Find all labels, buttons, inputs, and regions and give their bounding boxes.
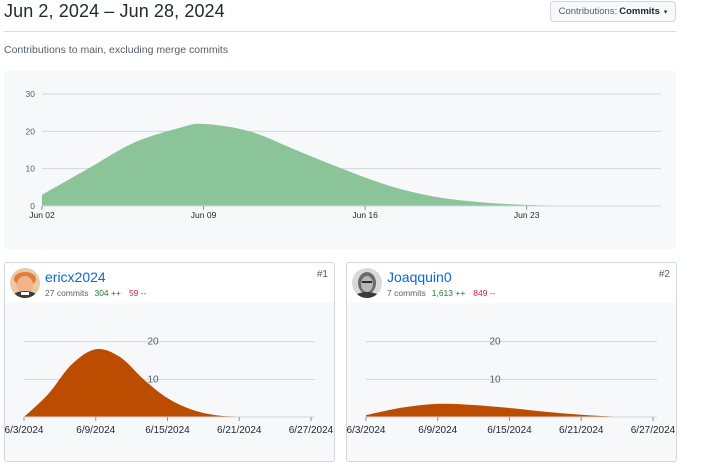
main-chart-svg: 0102030Jun 02 Jun 09 Jun 16 Jun 23 <box>26 89 661 220</box>
avatar[interactable] <box>352 268 382 298</box>
deletions-count: 59 -- <box>128 288 147 298</box>
contributor-username[interactable]: ericx2024 <box>45 269 106 285</box>
y-tick-label: 10 <box>147 374 159 385</box>
avatar[interactable] <box>10 268 40 298</box>
x-tick-label: 6/9/2024 <box>418 425 457 436</box>
commit-count[interactable]: 27 commits <box>45 288 88 298</box>
contributor-username[interactable]: Joaqquin0 <box>387 269 452 285</box>
area-series <box>24 348 311 418</box>
contributor-card-1: ericx2024 27 commits 304 ++ 59 -- #1 10 20 6… <box>4 262 335 462</box>
x-tick-label: 6/3/2024 <box>347 425 386 436</box>
contributions-label: Contributions: <box>558 6 618 17</box>
contributor-chart: 10 20 6/3/2024 6/9/2024 6/15/2024 6/21/2024 6/… <box>347 303 676 461</box>
x-tick-label: Jun 16 <box>352 210 378 220</box>
x-tick-label: 6/3/2024 <box>5 425 44 436</box>
avatar-image <box>10 268 40 298</box>
contributor-card-header: Joaqquin0 7 commits 1,613 ++ 849 -- #2 <box>347 263 676 303</box>
contributor-chart: 10 20 6/3/2024 6/9/2024 6/15/2024 6/21/2024 6/… <box>5 303 334 461</box>
contributor-rank: #1 <box>316 269 328 280</box>
y-tick-label: 30 <box>26 89 36 99</box>
y-tick-label: 20 <box>147 337 159 348</box>
y-tick-label: 20 <box>26 126 36 136</box>
x-tick-label: 6/27/2024 <box>289 425 334 436</box>
contributor-stats: 27 commits 304 ++ 59 -- <box>45 288 146 298</box>
contributor-card-header: ericx2024 27 commits 304 ++ 59 -- #1 <box>5 263 334 303</box>
y-tick-label: 10 <box>26 164 36 174</box>
x-tick-label: 6/15/2024 <box>487 425 532 436</box>
date-range-title: Jun 2, 2024 – Jun 28, 2024 <box>4 1 225 21</box>
x-tick-label: 6/15/2024 <box>145 425 190 436</box>
x-tick-label: Jun 23 <box>514 210 540 220</box>
area-series <box>42 123 619 206</box>
contributor-chart-svg: 10 20 6/3/2024 6/9/2024 6/15/2024 6/21/2024 6/… <box>5 337 334 436</box>
contributor-rank: #2 <box>658 269 670 280</box>
avatar-image <box>352 268 382 298</box>
x-tick-label: 6/21/2024 <box>217 425 262 436</box>
x-tick-label: 6/27/2024 <box>631 425 676 436</box>
contributions-value: Commits <box>619 6 660 17</box>
main-commits-chart: 0 10 20 30 Jun 02 Jun 09 Jun 16 Jun 23 <box>4 71 676 249</box>
contributions-dropdown-button[interactable]: Contributions: Commits ▾ <box>550 1 676 22</box>
subtitle: Contributions to main, excluding merge c… <box>4 44 229 56</box>
contributor-stats: 7 commits 1,613 ++ 849 -- <box>387 288 496 298</box>
caret-down-icon: ▾ <box>663 8 668 16</box>
area-series <box>366 403 653 417</box>
x-tick-label: 6/9/2024 <box>76 425 115 436</box>
commit-count[interactable]: 7 commits <box>387 288 426 298</box>
divider <box>4 31 676 32</box>
x-tick-label: Jun 09 <box>191 210 217 220</box>
y-tick-label: 20 <box>489 337 501 348</box>
x-tick-label: 6/21/2024 <box>559 425 604 436</box>
additions-count: 1,613 ++ <box>431 288 466 298</box>
y-tick-label: 10 <box>489 374 501 385</box>
contributor-chart-svg: 10 20 6/3/2024 6/9/2024 6/15/2024 6/21/2024 6/… <box>347 337 676 436</box>
additions-count: 304 ++ <box>94 288 121 298</box>
deletions-count: 849 -- <box>473 288 496 298</box>
x-tick-label: Jun 02 <box>29 210 55 220</box>
contributor-card-2: Joaqquin0 7 commits 1,613 ++ 849 -- #2 10 2… <box>346 262 677 462</box>
